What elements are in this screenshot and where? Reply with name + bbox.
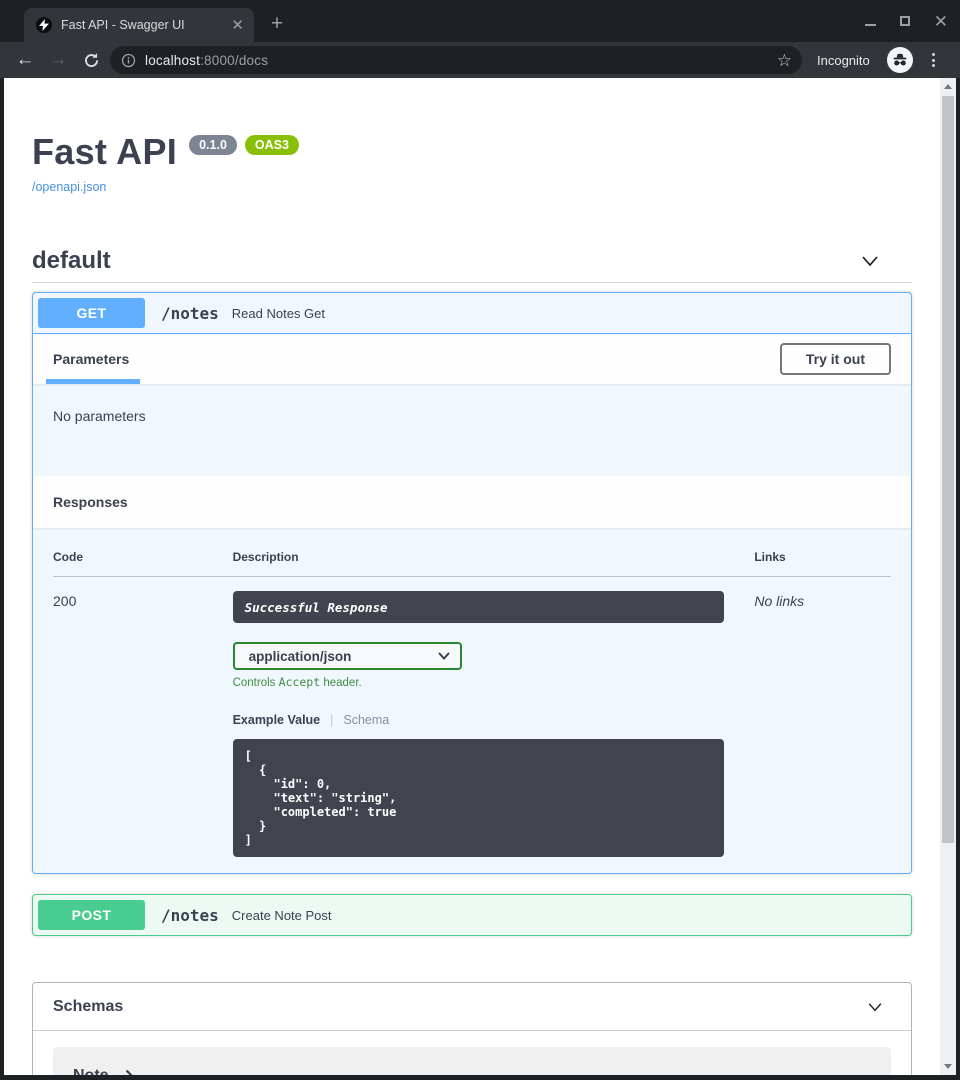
schemas-body: Note [33, 1031, 911, 1075]
opblock-post-notes: POST /notes Create Note Post [32, 894, 912, 936]
opblock-get-notes: GET /notes Read Notes Get Parameters Try… [32, 292, 912, 874]
forward-icon[interactable]: → [45, 42, 71, 78]
incognito-icon [887, 47, 913, 73]
browser-menu-icon[interactable] [927, 42, 939, 78]
scrollbar-down-arrow-icon[interactable] [944, 1064, 952, 1069]
parameters-tab[interactable]: Parameters [53, 351, 129, 367]
response-description-box: Successful Response [233, 591, 724, 623]
api-info: Fast API 0.1.0 OAS3 /openapi.json [32, 78, 912, 196]
get-summary-row[interactable]: GET /notes Read Notes Get [33, 293, 911, 334]
parameters-header: Parameters Try it out [33, 334, 911, 384]
swagger-ui: Fast API 0.1.0 OAS3 /openapi.json defaul… [32, 78, 912, 1075]
page-viewport: Fast API 0.1.0 OAS3 /openapi.json defaul… [4, 78, 956, 1075]
response-description-cell: Successful Response application/json Con… [233, 591, 755, 857]
browser-toolbar: ← → localhost:8000/docs ☆ Incognito [0, 42, 960, 78]
address-bar[interactable]: localhost:8000/docs ☆ [110, 46, 802, 74]
accept-note-code: Accept [279, 675, 321, 689]
post-summary-row[interactable]: POST /notes Create Note Post [33, 895, 911, 935]
schemas-chevron-down-icon[interactable] [865, 997, 885, 1017]
schemas-section: Schemas Note [32, 982, 912, 1075]
maximize-icon[interactable] [900, 16, 910, 26]
column-links: Links [754, 550, 891, 564]
accept-note-suffix: header. [320, 677, 362, 689]
fastapi-favicon-icon [36, 17, 52, 33]
url-text[interactable]: localhost:8000/docs [145, 53, 268, 68]
column-code: Code [53, 550, 233, 564]
response-description-text: Successful Response [245, 600, 388, 615]
schemas-header[interactable]: Schemas [33, 983, 911, 1031]
page-title: Fast API [32, 132, 177, 172]
post-summary-text: Create Note Post [232, 908, 332, 923]
window-controls: ✕ [865, 0, 948, 42]
responses-header: Responses [33, 476, 911, 528]
tab-strip: Fast API - Swagger UI ✕ + ✕ [0, 0, 960, 42]
accept-note-prefix: Controls [233, 677, 279, 689]
back-icon[interactable]: ← [12, 42, 38, 78]
schemas-title: Schemas [53, 998, 123, 1016]
responses-title: Responses [53, 494, 128, 510]
tab-example-value[interactable]: Example Value [233, 713, 321, 727]
tag-section-header[interactable]: default [32, 248, 912, 283]
post-path: /notes [161, 906, 219, 925]
incognito-label: Incognito [817, 42, 870, 78]
reload-icon[interactable] [78, 42, 104, 78]
url-path: :8000/docs [200, 53, 268, 68]
close-window-icon[interactable]: ✕ [934, 13, 948, 30]
get-path: /notes [161, 304, 219, 323]
media-type-select[interactable]: application/json [233, 642, 462, 670]
model-expand-icon[interactable] [125, 1069, 134, 1075]
tab-schema[interactable]: Schema [343, 713, 389, 727]
scrollbar-thumb[interactable] [942, 96, 954, 843]
new-tab-button[interactable]: + [263, 10, 291, 38]
chevron-down-icon[interactable] [858, 249, 882, 273]
get-method-badge: GET [38, 298, 145, 328]
minimize-icon[interactable] [865, 24, 876, 26]
model-note[interactable]: Note [53, 1047, 891, 1075]
browser-tab[interactable]: Fast API - Swagger UI ✕ [24, 8, 254, 42]
oas3-badge: OAS3 [245, 135, 299, 155]
response-row-200: 200 Successful Response application/json… [53, 577, 891, 857]
version-badge: 0.1.0 [189, 135, 237, 155]
no-parameters-message: No parameters [33, 384, 911, 476]
example-json-block: [ { "id": 0, "text": "string", "complete… [233, 739, 724, 857]
select-chevron-icon [438, 652, 450, 660]
tag-name: default [32, 248, 111, 274]
responses-body: Code Description Links 200 Successful Re… [33, 528, 911, 873]
media-type-value: application/json [249, 649, 352, 664]
example-schema-tabs: Example Value | Schema [233, 713, 755, 727]
openapi-spec-link[interactable]: /openapi.json [32, 180, 106, 194]
parameters-tab-underline [46, 379, 140, 384]
accept-header-note: Controls Accept header. [233, 675, 755, 689]
page-info-icon[interactable] [121, 53, 136, 68]
post-method-badge: POST [38, 900, 145, 930]
column-description: Description [233, 550, 755, 564]
tab-close-icon[interactable]: ✕ [231, 18, 244, 33]
get-summary-text: Read Notes Get [232, 306, 325, 321]
bookmark-star-icon[interactable]: ☆ [777, 52, 792, 69]
url-host: localhost [145, 53, 200, 68]
tab-separator: | [330, 713, 333, 727]
try-it-out-button[interactable]: Try it out [780, 343, 891, 375]
responses-table-header: Code Description Links [53, 528, 891, 577]
model-note-name: Note [73, 1067, 109, 1075]
scrollbar-up-arrow-icon[interactable] [944, 84, 952, 89]
response-links-cell: No links [754, 591, 891, 609]
tab-title: Fast API - Swagger UI [61, 18, 222, 32]
response-code: 200 [53, 591, 233, 609]
scrollbar[interactable] [940, 78, 956, 1075]
